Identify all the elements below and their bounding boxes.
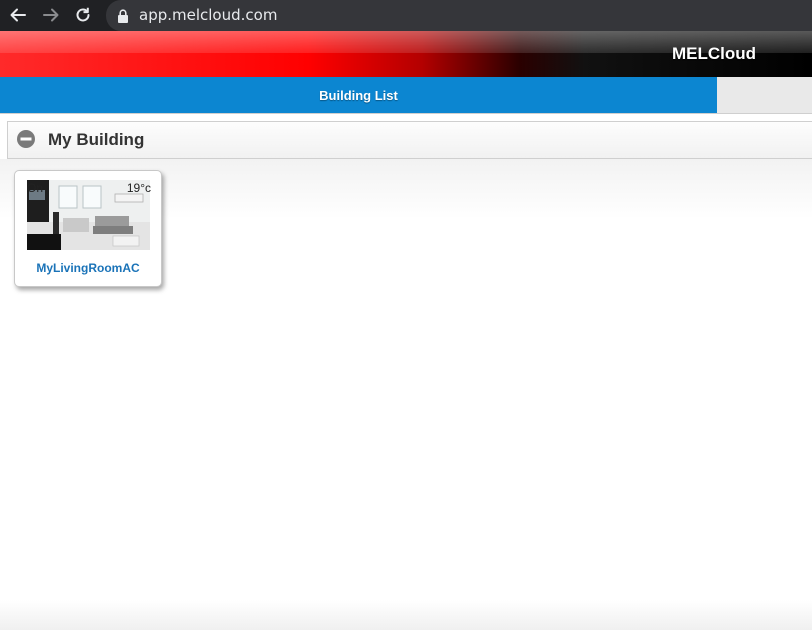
address-bar[interactable]: app.melcloud.com [106,0,812,31]
tab-label: Building List [319,87,398,103]
device-card[interactable]: On 19°c MyLivingRoomAC [14,170,162,287]
app-header: MELCloud [0,31,812,77]
room-temperature: 19°c [126,181,151,195]
lock-icon [116,8,130,24]
url-text: app.melcloud.com [139,6,278,24]
building-name: My Building [48,130,145,149]
tab-bar: Building List [0,77,812,114]
forward-arrow-icon[interactable] [39,4,63,26]
reload-icon[interactable] [71,4,95,26]
app-title: MELCloud [671,44,756,63]
collapse-minus-icon[interactable] [17,130,35,148]
building-header[interactable]: My Building [7,121,812,159]
device-name-link[interactable]: MyLivingRoomAC [15,261,161,275]
tab-building-list[interactable]: Building List [0,77,717,113]
browser-toolbar: app.melcloud.com [0,0,812,31]
back-arrow-icon[interactable] [6,4,30,26]
power-state: On [27,181,44,195]
footer-fade [0,600,812,630]
